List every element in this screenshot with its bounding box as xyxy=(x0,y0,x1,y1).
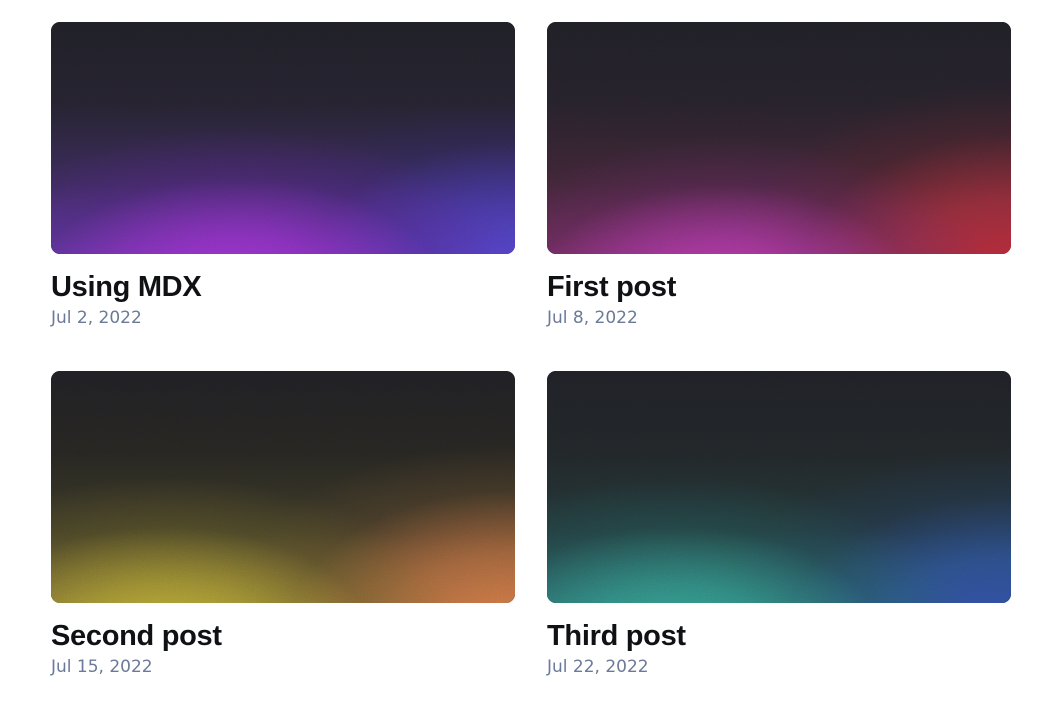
noise-overlay xyxy=(51,371,515,603)
post-date: Jul 15, 2022 xyxy=(51,657,153,677)
post-thumbnail[interactable] xyxy=(547,22,1011,254)
post-thumbnail[interactable] xyxy=(51,22,515,254)
post-card[interactable]: Second post Jul 15, 2022 xyxy=(51,371,515,678)
noise-overlay xyxy=(51,22,515,254)
post-thumbnail[interactable] xyxy=(547,371,1011,603)
noise-overlay xyxy=(547,371,1011,603)
post-card[interactable]: First post Jul 8, 2022 xyxy=(547,22,1011,329)
post-title[interactable]: First post xyxy=(547,271,1011,303)
post-date: Jul 2, 2022 xyxy=(51,308,142,328)
post-title[interactable]: Second post xyxy=(51,620,515,652)
post-date: Jul 22, 2022 xyxy=(547,657,649,677)
post-title[interactable]: Using MDX xyxy=(51,271,515,303)
post-thumbnail[interactable] xyxy=(51,371,515,603)
post-card[interactable]: Third post Jul 22, 2022 xyxy=(547,371,1011,678)
post-title[interactable]: Third post xyxy=(547,620,1011,652)
post-card[interactable]: Using MDX Jul 2, 2022 xyxy=(51,22,515,329)
noise-overlay xyxy=(547,22,1011,254)
post-date: Jul 8, 2022 xyxy=(547,308,638,328)
post-grid: Using MDX Jul 2, 2022 First post Jul 8, … xyxy=(0,0,1045,702)
